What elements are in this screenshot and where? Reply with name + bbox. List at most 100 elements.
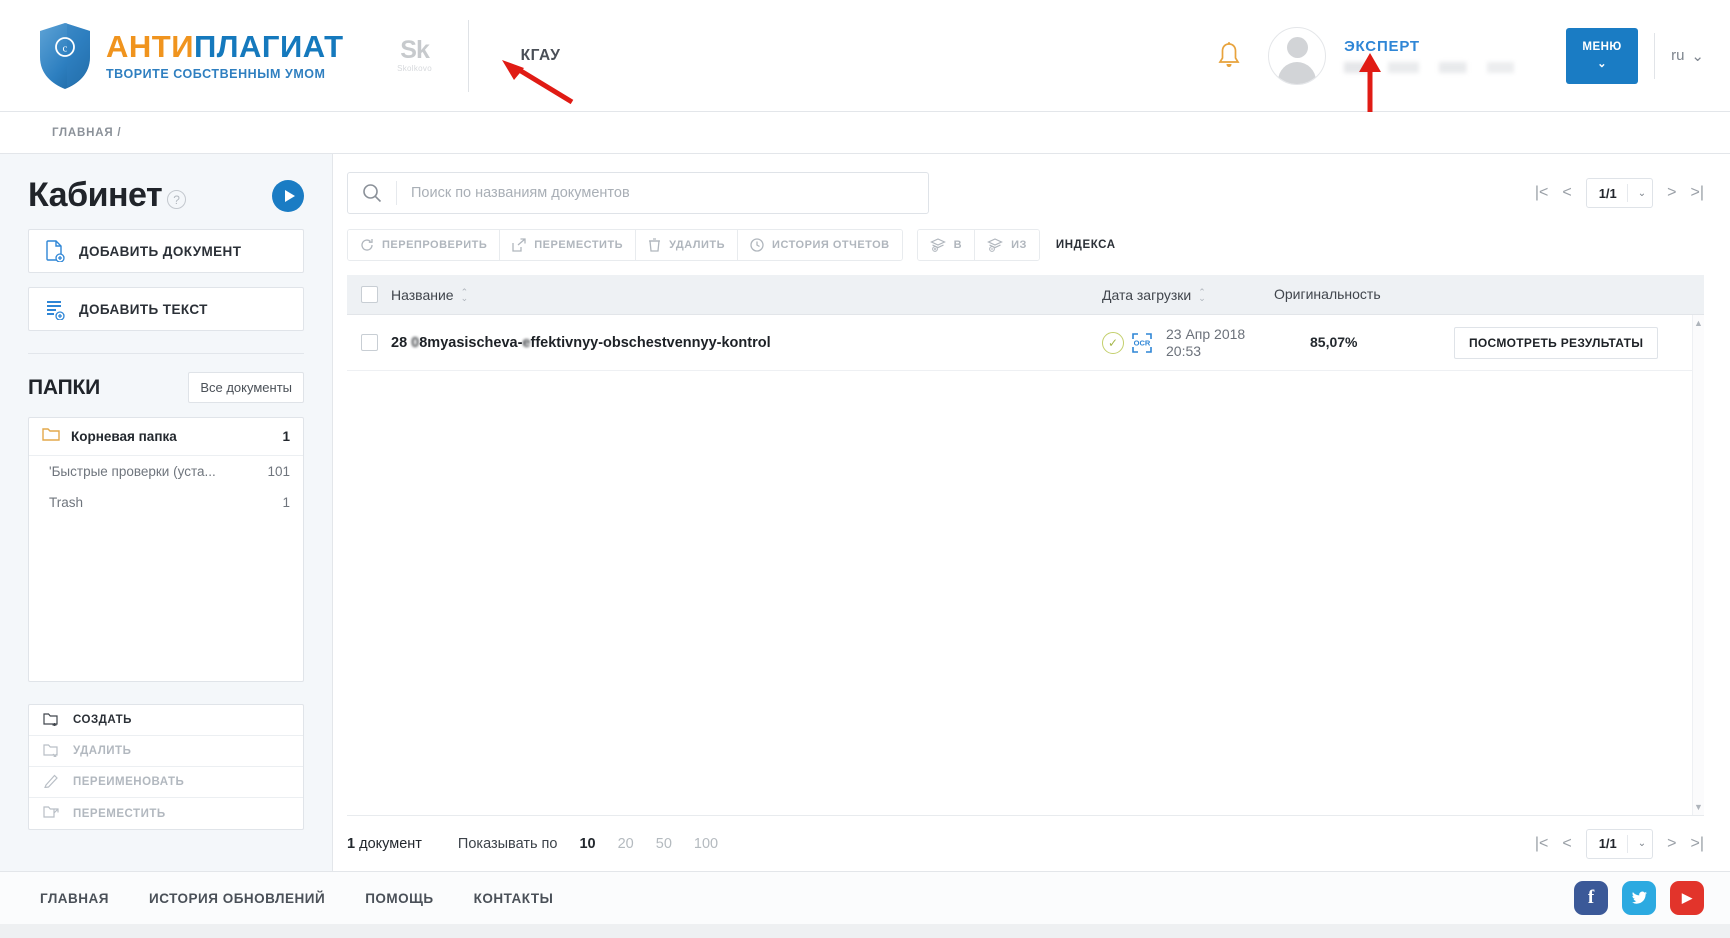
- avatar[interactable]: [1268, 27, 1326, 85]
- check-circle-icon: ✓: [1102, 332, 1124, 354]
- folder-create-button[interactable]: СОЗДАТЬ: [29, 705, 303, 736]
- page-size-100[interactable]: 100: [694, 836, 718, 852]
- add-document-button[interactable]: ДОБАВИТЬ ДОКУМЕНТ: [28, 229, 304, 273]
- row-date-cell: ✓ OCR 23 Апр 2018 20:53: [1102, 326, 1274, 360]
- pager-prev-button[interactable]: <: [1562, 835, 1571, 853]
- history-icon: [750, 238, 764, 252]
- delete-button[interactable]: УДАЛИТЬ: [636, 230, 738, 260]
- document-name-obscured-1: 0: [407, 335, 419, 351]
- footer-link-contacts[interactable]: КОНТАКТЫ: [474, 891, 554, 906]
- youtube-icon[interactable]: ▶: [1670, 881, 1704, 915]
- column-header-name[interactable]: Название ⌃⌄: [391, 287, 1102, 303]
- folder-move-label: ПЕРЕМЕСТИТЬ: [73, 808, 166, 820]
- pager-prev-button[interactable]: <: [1562, 184, 1571, 202]
- folder-rename-button[interactable]: ПЕРЕИМЕНОВАТЬ: [29, 767, 303, 798]
- row-status-icons: ✓ OCR: [1102, 332, 1153, 354]
- view-results-button[interactable]: ПОСМОТРЕТЬ РЕЗУЛЬТАТЫ: [1454, 327, 1658, 359]
- chevron-down-icon: ⌄: [1638, 188, 1646, 199]
- pager-last-button[interactable]: >|: [1691, 835, 1705, 853]
- shield-icon: c: [38, 22, 92, 90]
- recheck-label: ПЕРЕПРОВЕРИТЬ: [382, 239, 487, 251]
- document-time: 20:53: [1166, 343, 1245, 360]
- folders-header: ПАПКИ Все документы: [28, 372, 304, 403]
- brand-logo[interactable]: c АНТИПЛАГИАТ ТВОРИТЕ СОБСТВЕННЫМ УМОМ: [38, 22, 344, 90]
- logo-subtitle: ТВОРИТЕ СОБСТВЕННЫМ УМОМ: [106, 67, 344, 81]
- documents-table: Название ⌃⌄ Дата загрузки ⌃⌄ Оригинально…: [347, 275, 1704, 815]
- footer-link-home[interactable]: ГЛАВНАЯ: [40, 891, 109, 906]
- index-add-button[interactable]: В: [918, 230, 975, 260]
- user-info[interactable]: ЭКСПЕРТ: [1344, 38, 1514, 73]
- document-count-label: документ: [359, 836, 422, 852]
- pencil-icon: [43, 773, 60, 791]
- row-name-cell: 28 08myasischeva-effektivnyy-obschestven…: [391, 335, 1102, 351]
- play-video-button[interactable]: [272, 180, 304, 212]
- twitter-icon[interactable]: [1622, 881, 1656, 915]
- pager-next-button[interactable]: >: [1667, 184, 1676, 202]
- facebook-icon[interactable]: f: [1574, 881, 1608, 915]
- document-name[interactable]: 28 08myasischeva-effektivnyy-obschestven…: [391, 335, 771, 351]
- recheck-button[interactable]: ПЕРЕПРОВЕРИТЬ: [348, 230, 500, 260]
- all-documents-button[interactable]: Все документы: [188, 372, 304, 403]
- pager-first-button[interactable]: |<: [1535, 835, 1549, 853]
- index-remove-button[interactable]: ИЗ: [975, 230, 1039, 260]
- search-icon: [348, 183, 396, 203]
- document-name-obscured-2: e: [522, 335, 530, 351]
- menu-button[interactable]: МЕНЮ ⌄: [1566, 28, 1638, 84]
- document-name-mid: 8myasischeva-: [419, 335, 522, 351]
- search-row: |< < 1/1 ⌄ > >|: [347, 172, 1704, 214]
- folder-item-quickchecks[interactable]: 'Быстрые проверки (уста... 101: [29, 456, 303, 487]
- column-header-date[interactable]: Дата загрузки ⌃⌄: [1102, 287, 1274, 303]
- table-row[interactable]: 28 08myasischeva-effektivnyy-obschestven…: [347, 315, 1704, 371]
- pager-select-divider: [1627, 835, 1628, 853]
- pager-page-select[interactable]: 1/1 ⌄: [1586, 178, 1653, 208]
- folder-root-item[interactable]: Корневая папка 1: [29, 418, 303, 456]
- table-vertical-scrollbar[interactable]: ▲ ▼: [1692, 315, 1704, 815]
- avatar-head: [1287, 37, 1308, 58]
- social-links: f ▶: [1574, 881, 1704, 915]
- pager-last-button[interactable]: >|: [1691, 184, 1705, 202]
- search-input[interactable]: [397, 185, 928, 201]
- footer-link-updates[interactable]: ИСТОРИЯ ОБНОВЛЕНИЙ: [149, 891, 325, 906]
- folder-move-button[interactable]: ПЕРЕМЕСТИТЬ: [29, 798, 303, 829]
- footer-link-help[interactable]: ПОМОЩЬ: [365, 891, 433, 906]
- select-all-cell: [347, 286, 391, 303]
- reports-history-button[interactable]: ИСТОРИЯ ОТЧЕТОВ: [738, 230, 902, 260]
- help-icon[interactable]: ?: [167, 190, 186, 209]
- page-size-10[interactable]: 10: [579, 836, 595, 852]
- pager-select-divider: [1627, 184, 1628, 202]
- select-all-checkbox[interactable]: [361, 286, 378, 303]
- add-document-label: ДОБАВИТЬ ДОКУМЕНТ: [79, 244, 241, 259]
- main-content: |< < 1/1 ⌄ > >| ПЕРЕПРОВЕРИТЬ: [333, 154, 1730, 871]
- sort-icon[interactable]: ⌃⌄: [461, 289, 469, 301]
- folder-item-trash[interactable]: Trash 1: [29, 487, 303, 518]
- folder-root-name: Корневая папка: [71, 429, 177, 444]
- move-button[interactable]: ПЕРЕМЕСТИТЬ: [500, 230, 636, 260]
- pager-first-button[interactable]: |<: [1535, 184, 1549, 202]
- sort-icon[interactable]: ⌃⌄: [1198, 289, 1206, 301]
- document-name-prefix: 28: [391, 335, 407, 351]
- originality-value: 85,07%: [1310, 334, 1357, 350]
- notifications-bell-icon[interactable]: [1216, 41, 1242, 71]
- page-size-50[interactable]: 50: [656, 836, 672, 852]
- breadcrumb-home[interactable]: ГЛАВНАЯ /: [52, 127, 121, 139]
- add-text-button[interactable]: ДОБАВИТЬ ТЕКСТ: [28, 287, 304, 331]
- sidebar-divider: [28, 353, 304, 354]
- language-selector[interactable]: ru ⌄: [1671, 47, 1704, 65]
- index-label: ИНДЕКСА: [1056, 239, 1116, 251]
- page-size-20[interactable]: 20: [618, 836, 634, 852]
- refresh-icon: [360, 238, 374, 252]
- folders-title: ПАПКИ: [28, 376, 100, 400]
- scroll-down-icon[interactable]: ▼: [1694, 802, 1703, 812]
- scroll-up-icon[interactable]: ▲: [1694, 318, 1703, 328]
- organization-name[interactable]: КГАУ: [521, 47, 561, 65]
- pager-next-button[interactable]: >: [1667, 835, 1676, 853]
- folder-delete-button[interactable]: УДАЛИТЬ: [29, 736, 303, 767]
- search-box[interactable]: [347, 172, 929, 214]
- row-checkbox[interactable]: [361, 334, 378, 351]
- folder-rename-label: ПЕРЕИМЕНОВАТЬ: [73, 776, 184, 788]
- document-add-icon: [45, 240, 65, 262]
- chevron-down-icon: ⌄: [1597, 57, 1607, 70]
- ocr-badge-label: OCR: [1134, 338, 1151, 347]
- folder-count: 1: [274, 495, 290, 510]
- pager-page-select[interactable]: 1/1 ⌄: [1586, 829, 1653, 859]
